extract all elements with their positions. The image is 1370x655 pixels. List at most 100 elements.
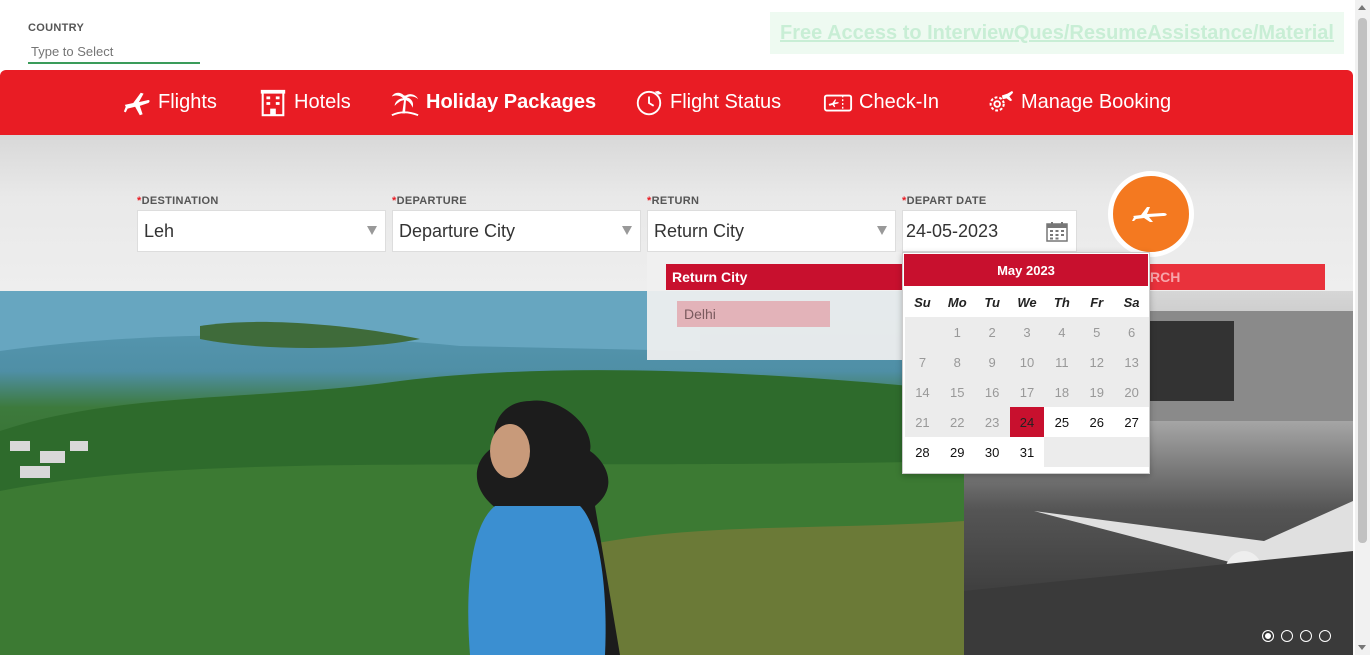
- calendar-day-disabled: 10: [1009, 347, 1045, 377]
- calendar-day-selected[interactable]: 24: [1009, 407, 1045, 437]
- chevron-down-icon: [367, 226, 377, 235]
- calendar-day-disabled: 18: [1044, 377, 1080, 407]
- nav-holiday-packages[interactable]: Holiday Packages: [390, 70, 596, 135]
- ticket-icon: [823, 94, 853, 111]
- nav-holiday-packages-label: Holiday Packages: [426, 91, 597, 113]
- date-picker: May 2023 Su Mo Tu We Th Fr Sa 1 2 3 4 5 6 7 8 9 10 11 12 13…: [902, 252, 1150, 474]
- top-strip: COUNTRY Free Access to InterviewQues/Res…: [0, 0, 1355, 70]
- calendar-day-disabled: 3: [1009, 317, 1045, 347]
- calendar-day-disabled: 11: [1044, 347, 1080, 377]
- calendar-day-disabled: 21: [905, 407, 940, 437]
- return-select[interactable]: Return City: [647, 210, 896, 252]
- country-input[interactable]: [28, 40, 200, 64]
- calendar-day-disabled: 8: [939, 347, 975, 377]
- calendar-empty-cell: [1114, 437, 1150, 467]
- carousel-dot[interactable]: [1300, 630, 1312, 642]
- weekday-label: Su: [914, 294, 931, 310]
- calendar-day-disabled: 9: [974, 347, 1010, 377]
- scrollbar[interactable]: [1355, 0, 1370, 655]
- carousel-dot[interactable]: [1281, 630, 1293, 642]
- calendar-day-disabled: 14: [905, 377, 940, 407]
- nav-flights-label: Flights: [158, 91, 217, 113]
- nav-manage-booking[interactable]: Manage Booking: [985, 70, 1171, 135]
- calendar-day[interactable]: 31: [1010, 437, 1045, 467]
- scroll-up-icon[interactable]: [1358, 5, 1366, 10]
- return-value: Return City: [654, 220, 745, 241]
- promo-link[interactable]: Free Access to InterviewQues/ResumeAssis…: [770, 12, 1344, 54]
- calendar-day-disabled: 20: [1114, 377, 1150, 407]
- nav-check-in[interactable]: Check-In: [823, 70, 939, 135]
- nav-manage-booking-label: Manage Booking: [1021, 91, 1172, 113]
- departure-value: Departure City: [399, 220, 516, 241]
- calendar-day[interactable]: 29: [940, 437, 975, 467]
- date-picker-week: 14 15 16 17 18 19 20: [905, 377, 1150, 407]
- date-picker-week: 123456: [905, 317, 1150, 347]
- calendar-day-disabled: 15: [939, 377, 975, 407]
- carousel-dot[interactable]: [1262, 630, 1274, 642]
- calendar-day-disabled: 7: [905, 347, 940, 377]
- calendar-day-disabled: 2: [974, 317, 1010, 347]
- date-picker-grid: Su Mo Tu We Th Fr Sa 1 2 3 4 5 6 7 8 9 10 11 12 13 14 15 16 17 1…: [905, 287, 1150, 467]
- date-picker-title: May 2023: [904, 254, 1148, 286]
- scroll-down-icon[interactable]: [1358, 645, 1366, 650]
- destination-select[interactable]: Leh: [137, 210, 386, 252]
- date-picker-week: 21 22 23 24 25 26 27: [905, 407, 1149, 437]
- depart-date-label: *DEPART DATE: [902, 195, 987, 207]
- nav-check-in-label: Check-In: [859, 91, 940, 113]
- nav-flight-status[interactable]: Flight Status: [634, 70, 781, 135]
- destination-value: Leh: [144, 220, 175, 241]
- destination-label: *DESTINATION: [137, 195, 219, 207]
- hotel-icon: [260, 89, 286, 116]
- date-picker-week: 7 8 9 10 11 12 13: [905, 347, 1150, 377]
- weekday-label: Tu: [984, 294, 1000, 310]
- departure-select[interactable]: Departure City: [392, 210, 641, 252]
- return-dropdown-header: Return City: [666, 264, 904, 290]
- calendar-day[interactable]: 26: [1079, 407, 1114, 437]
- palm-tree-icon: [391, 92, 419, 116]
- calendar-day-disabled: 13: [1114, 347, 1150, 377]
- return-option-delhi[interactable]: Delhi: [677, 301, 830, 327]
- carousel-dots: [1262, 630, 1331, 642]
- calendar-day-disabled: 23: [974, 407, 1010, 437]
- calendar-day-disabled: 4: [1044, 317, 1080, 347]
- weekday-label: Th: [1053, 294, 1070, 310]
- return-label: *RETURN: [647, 195, 700, 207]
- calendar-day-disabled: 22: [939, 407, 975, 437]
- calendar-day[interactable]: 30: [975, 437, 1010, 467]
- gear-plane-icon: [989, 90, 1014, 112]
- plane-icon: [123, 92, 150, 115]
- search-button[interactable]: [1108, 171, 1194, 257]
- carousel-dot[interactable]: [1319, 630, 1331, 642]
- weekday-label: Fr: [1090, 294, 1104, 310]
- calendar-day-disabled: 6: [1114, 317, 1150, 347]
- nav-hotels-label: Hotels: [294, 91, 351, 113]
- scrollbar-thumb[interactable]: [1358, 18, 1367, 543]
- nav-flight-status-label: Flight Status: [670, 91, 782, 113]
- calendar-day-disabled: 5: [1079, 317, 1115, 347]
- calendar-empty-cell: [905, 317, 940, 347]
- calendar-icon[interactable]: [1046, 221, 1068, 242]
- nav-flights[interactable]: Flights: [122, 70, 217, 135]
- weekday-label: We: [1017, 294, 1037, 310]
- date-picker-weekdays: Su Mo Tu We Th Fr Sa: [905, 287, 1149, 317]
- hidden-search-bar: RCH: [1148, 264, 1325, 290]
- calendar-day-disabled: 12: [1079, 347, 1115, 377]
- calendar-day[interactable]: 28: [905, 437, 940, 467]
- plane-icon: [1132, 207, 1167, 222]
- calendar-empty-cell: [1044, 437, 1080, 467]
- calendar-day-disabled: 16: [974, 377, 1010, 407]
- weekday-label: Sa: [1123, 294, 1140, 310]
- calendar-day[interactable]: 25: [1044, 407, 1079, 437]
- chevron-down-icon: [877, 226, 887, 235]
- weekday-label: Mo: [947, 294, 967, 310]
- departure-label: *DEPARTURE: [392, 195, 467, 207]
- clock-plane-icon: [636, 90, 663, 115]
- depart-date-input[interactable]: 24-05-2023: [902, 210, 1077, 252]
- nav-hotels[interactable]: Hotels: [258, 70, 351, 135]
- country-label: COUNTRY: [28, 22, 85, 34]
- calendar-empty-cell: [1079, 437, 1115, 467]
- calendar-day[interactable]: 27: [1114, 407, 1149, 437]
- depart-date-value: 24-05-2023: [906, 220, 999, 241]
- chevron-down-icon: [622, 226, 632, 235]
- calendar-day-disabled: 19: [1079, 377, 1115, 407]
